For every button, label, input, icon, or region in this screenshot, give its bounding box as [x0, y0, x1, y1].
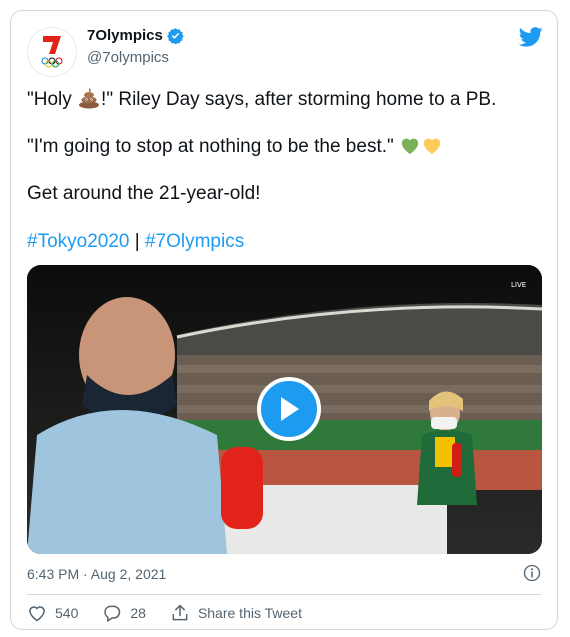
verified-badge-icon [167, 28, 184, 44]
poop-emoji-icon [79, 88, 100, 109]
yellow-heart-icon [423, 138, 441, 155]
tweet-line-2-text: "I'm going to stop at nothing to be the … [27, 136, 394, 157]
tweet-line-3: Get around the 21-year-old! [27, 183, 261, 204]
like-button[interactable]: 540 [27, 603, 78, 623]
display-name-text[interactable]: 7Olympics [87, 27, 163, 44]
hashtag-7olympics[interactable]: #7Olympics [145, 231, 244, 252]
seven-logo-icon [41, 36, 63, 68]
play-icon [281, 397, 299, 421]
info-icon[interactable] [523, 564, 541, 582]
hashtags: #Tokyo2020 | #7Olympics [27, 230, 244, 254]
hashtag-separator: | [129, 231, 145, 252]
hashtag-tokyo2020[interactable]: #Tokyo2020 [27, 231, 129, 252]
tweet-line-1-end: !" Riley Day says, after storming home t… [101, 89, 497, 110]
svg-text:LIVE: LIVE [511, 281, 526, 289]
divider [27, 594, 541, 595]
share-button[interactable]: Share this Tweet [170, 603, 302, 623]
reply-icon [104, 605, 121, 622]
tweet-line-1-start: "Holy [27, 89, 78, 110]
reply-button[interactable]: 28 [102, 603, 146, 623]
display-name[interactable]: 7Olympics [87, 27, 184, 44]
play-button[interactable] [257, 377, 321, 441]
tweet-line-1: "Holy !" Riley Day says, after storming … [27, 87, 496, 112]
twitter-bird-icon[interactable] [519, 27, 543, 47]
green-heart-icon [401, 138, 419, 155]
tweet-card[interactable]: 7Olympics @7olympics "Holy !" Riley Day … [10, 10, 558, 630]
avatar[interactable] [27, 27, 77, 77]
share-icon [172, 604, 188, 621]
tweet-timestamp[interactable]: 6:43 PM · Aug 2, 2021 [27, 566, 166, 582]
tweet-line-2: "I'm going to stop at nothing to be the … [27, 135, 443, 159]
video-player[interactable]: LIVE [27, 265, 542, 554]
reply-count: 28 [130, 605, 146, 621]
action-bar: 540 28 Share this Tweet [27, 601, 326, 625]
user-handle[interactable]: @7olympics [87, 49, 169, 66]
like-count: 540 [55, 605, 79, 621]
share-label: Share this Tweet [197, 605, 302, 621]
heart-icon [29, 606, 45, 622]
